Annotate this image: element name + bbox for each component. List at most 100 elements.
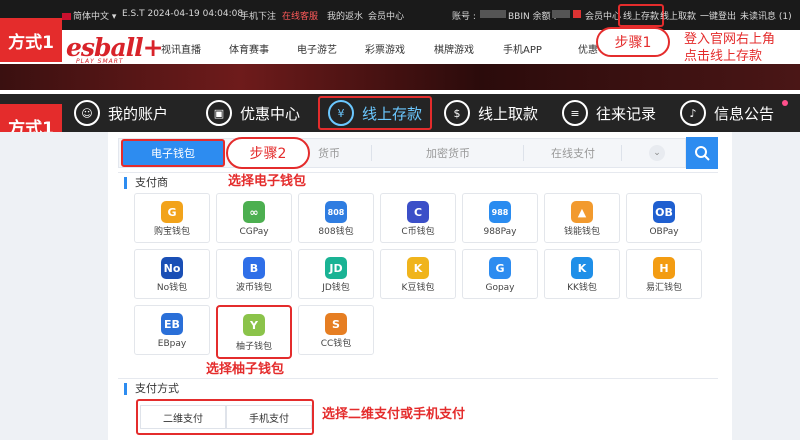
provider-name: 988Pay: [483, 227, 517, 237]
provider-name: EBpay: [157, 339, 187, 349]
provider-card[interactable]: JD JD钱包: [298, 249, 374, 299]
balance-value-masked: [552, 10, 570, 18]
tab-crypto[interactable]: 加密货币: [373, 139, 523, 167]
provider-card[interactable]: EB EBpay: [134, 305, 210, 355]
provider-name: KK钱包: [567, 283, 597, 293]
china-flag-icon: [62, 13, 71, 20]
screenshot-root: 简体中文 ▾ E.S.T 2024-04-19 04:04:08 手机下注 在线…: [0, 0, 800, 440]
provider-name: 柚子钱包: [235, 342, 272, 352]
member-center-link[interactable]: 会员中心: [368, 9, 404, 22]
provider-card[interactable]: 988 988Pay: [462, 193, 538, 243]
balance-label: BBIN 余额 :: [508, 12, 557, 22]
user-icon: ☺: [74, 100, 100, 126]
provider-card[interactable]: B 波币钱包: [216, 249, 292, 299]
mobile-order-link[interactable]: 手机下注: [240, 9, 276, 22]
online-service-link[interactable]: 在线客服: [282, 9, 318, 22]
provider-card[interactable]: K K豆钱包: [380, 249, 456, 299]
withdraw-link[interactable]: 线上取款: [660, 9, 696, 22]
provider-card[interactable]: H 易汇钱包: [626, 249, 702, 299]
withdraw-icon: $: [444, 100, 470, 126]
menu-announcements[interactable]: ♪ 信息公告: [680, 94, 774, 132]
provider-card[interactable]: OB OBPay: [626, 193, 702, 243]
provider-name: JD钱包: [322, 283, 350, 293]
provider-logo-icon: C: [407, 201, 429, 223]
provider-logo-icon: EB: [161, 313, 183, 335]
provider-card[interactable]: No No钱包: [134, 249, 210, 299]
account-menubar: ☺ 我的账户 ▣ 优惠中心 ¥ 线上存款 $ 线上取款 ≡ 往来记录 ♪ 信息公告: [0, 94, 800, 132]
provider-name: C币钱包: [401, 227, 435, 237]
choose-wallet-note: 选择电子钱包: [228, 174, 307, 189]
provider-card[interactable]: ▲ 钱能钱包: [544, 193, 620, 243]
nav-slots[interactable]: 电子游艺: [297, 41, 337, 56]
deposit-icon: ¥: [328, 100, 354, 126]
tab-e-wallet[interactable]: 电子钱包: [121, 139, 225, 167]
language-selector[interactable]: 简体中文 ▾: [62, 9, 116, 22]
provider-card[interactable]: ∞ CGPay: [216, 193, 292, 243]
provider-card[interactable]: G 购宝钱包: [134, 193, 210, 243]
provider-logo-icon: B: [243, 257, 265, 279]
search-icon: [695, 146, 710, 161]
provider-logo-icon: K: [571, 257, 593, 279]
section-providers-title: 支付商: [124, 177, 168, 189]
provider-logo-icon: Y: [243, 314, 265, 336]
site-topbar: 简体中文 ▾ E.S.T 2024-04-19 04:04:08 手机下注 在线…: [0, 0, 800, 30]
nav-promotions[interactable]: 优惠: [578, 41, 598, 56]
provider-logo-icon: 988: [489, 201, 511, 223]
provider-logo-icon: G: [161, 201, 183, 223]
nav-lottery[interactable]: 彩票游戏: [365, 41, 405, 56]
menu-online-withdraw[interactable]: $ 线上取款: [444, 94, 538, 132]
my-rebate-link[interactable]: 我的返水: [327, 9, 363, 22]
provider-logo-icon: ∞: [243, 201, 265, 223]
chevron-down-icon[interactable]: ⌄: [649, 145, 665, 161]
step1-bubble: 步骤1: [596, 27, 670, 57]
provider-logo-icon: JD: [325, 257, 347, 279]
account-label: 账号 :: [452, 12, 476, 22]
provider-card[interactable]: G Gopay: [462, 249, 538, 299]
step1-note: 登入官网右上角 点击线上存款: [684, 32, 776, 64]
qr-pay-button[interactable]: 二维支付: [140, 405, 226, 429]
deposit-link[interactable]: 线上存款: [618, 4, 665, 27]
provider-logo-icon: OB: [653, 201, 675, 223]
account-value-masked: [480, 10, 506, 18]
nav-sports[interactable]: 体育赛事: [229, 41, 269, 56]
provider-logo-icon: K: [407, 257, 429, 279]
nav-card-games[interactable]: 棋牌游戏: [434, 41, 474, 56]
provider-name: K豆钱包: [401, 283, 435, 293]
refresh-icon[interactable]: [573, 10, 581, 18]
logout-link[interactable]: 一键登出: [700, 9, 736, 22]
payment-category-tabs: 电子钱包 货币 加密货币 在线支付 ⌄: [118, 138, 686, 168]
gift-icon: ▣: [206, 100, 232, 126]
nav-live-video[interactable]: 视讯直播: [161, 41, 201, 56]
member-center-right-link[interactable]: 会员中心: [585, 9, 621, 22]
provider-card[interactable]: S CC钱包: [298, 305, 374, 355]
provider-card[interactable]: C C币钱包: [380, 193, 456, 243]
search-button[interactable]: [686, 137, 718, 169]
provider-name: 钱能钱包: [563, 227, 600, 237]
provider-name: 易汇钱包: [645, 283, 682, 293]
provider-logo-icon: H: [653, 257, 675, 279]
provider-card[interactable]: 808 808钱包: [298, 193, 374, 243]
provider-card[interactable]: Y 柚子钱包: [216, 305, 292, 359]
provider-name: OBPay: [649, 227, 679, 237]
menu-my-account[interactable]: ☺ 我的账户: [74, 94, 168, 132]
section-pay-mode-title: 支付方式: [124, 383, 179, 395]
provider-name: 808钱包: [318, 227, 354, 237]
provider-card[interactable]: K KK钱包: [544, 249, 620, 299]
mobile-pay-button[interactable]: 手机支付: [226, 405, 312, 429]
datetime: E.S.T 2024-04-19 04:04:08: [122, 9, 244, 19]
provider-name: 购宝钱包: [153, 227, 190, 237]
menu-records[interactable]: ≡ 往来记录: [562, 94, 656, 132]
provider-logo-icon: S: [325, 313, 347, 335]
menu-online-deposit[interactable]: ¥ 线上存款: [318, 96, 433, 130]
bell-icon: ♪: [680, 100, 706, 126]
provider-name: CC钱包: [320, 339, 352, 349]
choose-yuzi-note: 选择柚子钱包: [206, 362, 285, 377]
provider-name: Gopay: [485, 283, 515, 293]
record-icon: ≡: [562, 100, 588, 126]
provider-name: No钱包: [156, 283, 188, 293]
nav-mobile-app[interactable]: 手机APP: [503, 41, 542, 56]
unread-messages-link[interactable]: 未读讯息 (1): [740, 9, 792, 22]
tab-online-pay[interactable]: 在线支付: [525, 139, 621, 167]
provider-logo-icon: 808: [325, 201, 347, 223]
menu-promotions[interactable]: ▣ 优惠中心: [206, 94, 300, 132]
